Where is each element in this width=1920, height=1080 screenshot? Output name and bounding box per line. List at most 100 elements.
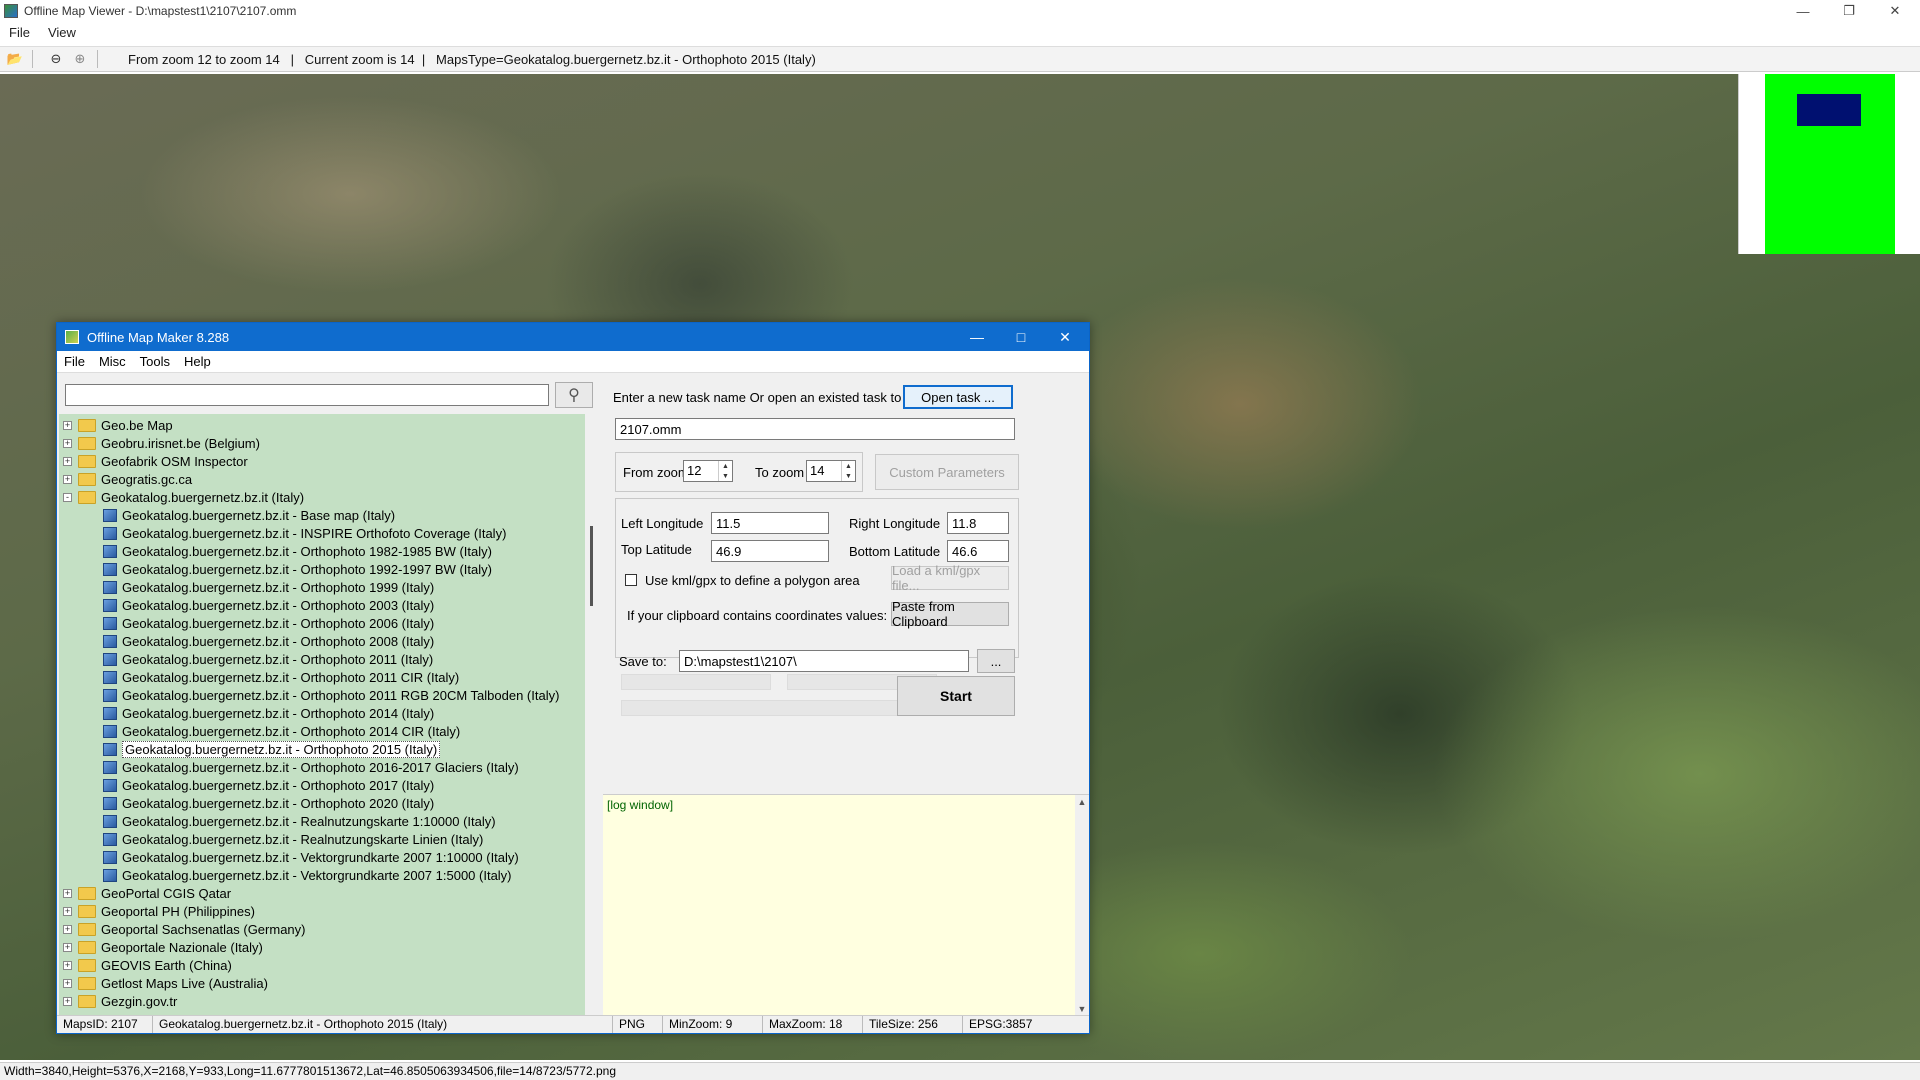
search-icon[interactable]: ⚲ xyxy=(555,382,593,408)
minimap[interactable] xyxy=(1738,74,1920,254)
dialog-minimize-icon[interactable]: — xyxy=(955,323,999,351)
open-folder-icon[interactable]: 📂 xyxy=(6,50,24,68)
toolbar-separator xyxy=(32,50,33,68)
tree-map-item[interactable]: Geokatalog.buergernetz.bz.it - Orthophot… xyxy=(59,722,585,740)
start-button[interactable]: Start xyxy=(897,676,1015,716)
menu-view[interactable]: View xyxy=(39,25,85,40)
map-icon xyxy=(103,832,117,846)
tree-folder-item[interactable]: + Geo.be Map xyxy=(59,416,585,434)
minimap-viewport-rect[interactable] xyxy=(1797,94,1861,126)
dialog-menu-file[interactable]: File xyxy=(57,354,92,369)
kml-checkbox[interactable] xyxy=(625,574,637,586)
tree-folder-item[interactable]: - Geokatalog.buergernetz.bz.it (Italy) xyxy=(59,488,585,506)
tree-map-item[interactable]: Geokatalog.buergernetz.bz.it - Orthophot… xyxy=(59,686,585,704)
tree-map-item[interactable]: Geokatalog.buergernetz.bz.it - Orthophot… xyxy=(59,578,585,596)
tree-folder-item[interactable]: + Geoportal Sachsenatlas (Germany) xyxy=(59,920,585,938)
tree-folder-item[interactable]: + Geobru.irisnet.be (Belgium) xyxy=(59,434,585,452)
progress-bar-total xyxy=(621,700,937,716)
tree-folder-item[interactable]: + GEOVIS Earth (China) xyxy=(59,956,585,974)
expand-icon[interactable]: + xyxy=(63,960,72,970)
dialog-menu-misc[interactable]: Misc xyxy=(92,354,133,369)
expand-icon[interactable]: + xyxy=(63,420,72,430)
tree-map-item[interactable]: Geokatalog.buergernetz.bz.it - Realnutzu… xyxy=(59,812,585,830)
map-source-panel: ⚲ + Geo.be Map + Geobru.irisnet.be (Belgium… xyxy=(57,374,601,1015)
tree-map-item[interactable]: Geokatalog.buergernetz.bz.it - Realnutzu… xyxy=(59,830,585,848)
minimize-icon[interactable]: — xyxy=(1780,0,1826,22)
tree-map-item[interactable]: Geokatalog.buergernetz.bz.it - Orthophot… xyxy=(59,596,585,614)
task-name-input[interactable] xyxy=(615,418,1015,440)
top-latitude-input[interactable] xyxy=(711,540,829,562)
to-zoom-value: 14 xyxy=(810,463,825,478)
tree-scrollbar[interactable] xyxy=(585,414,599,1015)
from-zoom-stepper[interactable]: 12 ▲ ▼ xyxy=(683,460,733,482)
tree-map-item[interactable]: Geokatalog.buergernetz.bz.it - Orthophot… xyxy=(59,758,585,776)
left-longitude-input[interactable] xyxy=(711,512,829,534)
tree-map-item[interactable]: Geokatalog.buergernetz.bz.it - Orthophot… xyxy=(59,668,585,686)
log-window[interactable]: [log window] ▲ ▼ xyxy=(603,794,1089,1016)
tree-map-item[interactable]: Geokatalog.buergernetz.bz.it - Orthophot… xyxy=(59,776,585,794)
tree-folder-item[interactable]: + Geogratis.gc.ca xyxy=(59,470,585,488)
outer-toolbar: 📂 ⊖ ⊕ From zoom 12 to zoom 14 | Current … xyxy=(0,46,1920,72)
zoom-out-icon[interactable]: ⊖ xyxy=(47,50,65,68)
folder-icon xyxy=(78,886,96,900)
custom-parameters-button[interactable]: Custom Parameters xyxy=(875,454,1019,490)
tree-map-item[interactable]: Geokatalog.buergernetz.bz.it - Orthophot… xyxy=(59,560,585,578)
bottom-latitude-input[interactable] xyxy=(947,540,1009,562)
tree-map-item[interactable]: Geokatalog.buergernetz.bz.it - INSPIRE O… xyxy=(59,524,585,542)
expand-icon[interactable]: + xyxy=(63,906,72,916)
tree-folder-item[interactable]: + Getlost Maps Live (Australia) xyxy=(59,974,585,992)
tree-map-item[interactable]: Geokatalog.buergernetz.bz.it - Orthophot… xyxy=(59,650,585,668)
tree-map-item[interactable]: Geokatalog.buergernetz.bz.it - Orthophot… xyxy=(59,740,585,758)
menu-file[interactable]: File xyxy=(0,25,39,40)
expand-icon[interactable]: + xyxy=(63,996,72,1006)
expand-icon[interactable]: + xyxy=(63,924,72,934)
load-kml-button[interactable]: Load a kml/gpx file... xyxy=(891,563,1009,593)
tree-map-item[interactable]: Geokatalog.buergernetz.bz.it - Base map … xyxy=(59,506,585,524)
right-longitude-input[interactable] xyxy=(947,512,1009,534)
tree-folder-item[interactable]: + Geofabrik OSM Inspector xyxy=(59,452,585,470)
tree-map-item[interactable]: Geokatalog.buergernetz.bz.it - Vektorgru… xyxy=(59,866,585,884)
spin-arrows-icon[interactable]: ▲ ▼ xyxy=(841,461,855,481)
dialog-maximize-icon[interactable]: □ xyxy=(999,323,1043,351)
tree-folder-item[interactable]: + Geoportale Nazionale (Italy) xyxy=(59,938,585,956)
dialog-title-bar[interactable]: Offline Map Maker 8.288 — □ ✕ xyxy=(57,323,1089,351)
expand-icon[interactable]: + xyxy=(63,456,72,466)
restore-icon[interactable]: ❐ xyxy=(1826,0,1872,22)
tree-folder-item[interactable]: + Gezgin.gov.tr xyxy=(59,992,585,1010)
tree-map-item[interactable]: Geokatalog.buergernetz.bz.it - Orthophot… xyxy=(59,794,585,812)
search-input[interactable] xyxy=(65,384,549,406)
tree-map-item[interactable]: Geokatalog.buergernetz.bz.it - Orthophot… xyxy=(59,632,585,650)
browse-button[interactable]: ... xyxy=(977,649,1015,673)
save-to-input[interactable] xyxy=(679,650,969,672)
tree-map-item[interactable]: Geokatalog.buergernetz.bz.it - Orthophot… xyxy=(59,704,585,722)
to-zoom-stepper[interactable]: 14 ▲ ▼ xyxy=(806,460,856,482)
spin-arrows-icon[interactable]: ▲ ▼ xyxy=(718,461,732,481)
map-source-tree[interactable]: + Geo.be Map + Geobru.irisnet.be (Belgium) +… xyxy=(59,414,585,1015)
collapse-icon[interactable]: - xyxy=(63,492,72,502)
scrollbar-thumb[interactable] xyxy=(590,526,593,606)
expand-icon[interactable]: + xyxy=(63,978,72,988)
dialog-menu-tools[interactable]: Tools xyxy=(133,354,177,369)
tree-folder-item[interactable]: + Geoportal PH (Philippines) xyxy=(59,902,585,920)
expand-icon[interactable]: + xyxy=(63,888,72,898)
tree-map-item[interactable]: Geokatalog.buergernetz.bz.it - Orthophot… xyxy=(59,542,585,560)
dialog-menu-help[interactable]: Help xyxy=(177,354,218,369)
close-icon[interactable]: ✕ xyxy=(1872,0,1918,22)
expand-icon[interactable]: + xyxy=(63,474,72,484)
tree-map-item[interactable]: Geokatalog.buergernetz.bz.it - Vektorgru… xyxy=(59,848,585,866)
open-task-button[interactable]: Open task ... xyxy=(903,385,1013,409)
log-scrollbar[interactable]: ▲ ▼ xyxy=(1075,795,1089,1016)
dialog-close-icon[interactable]: ✕ xyxy=(1043,323,1087,351)
log-text: [log window] xyxy=(607,798,674,812)
expand-icon[interactable]: + xyxy=(63,942,72,952)
scroll-down-icon[interactable]: ▼ xyxy=(1078,1004,1087,1014)
paste-from-clipboard-button[interactable]: Paste from Clipboard xyxy=(891,599,1009,629)
from-zoom-value: 12 xyxy=(687,463,702,478)
scroll-up-icon[interactable]: ▲ xyxy=(1078,797,1087,807)
tree-map-item[interactable]: Geokatalog.buergernetz.bz.it - Orthophot… xyxy=(59,614,585,632)
zoom-in-icon[interactable]: ⊕ xyxy=(71,50,89,68)
expand-icon[interactable]: + xyxy=(63,438,72,448)
tree-item-label: Geokatalog.buergernetz.bz.it - Orthophot… xyxy=(122,651,434,667)
tree-folder-item[interactable]: + GeoPortal CGIS Qatar xyxy=(59,884,585,902)
tree-item-label: Geokatalog.buergernetz.bz.it - Orthophot… xyxy=(122,795,435,811)
